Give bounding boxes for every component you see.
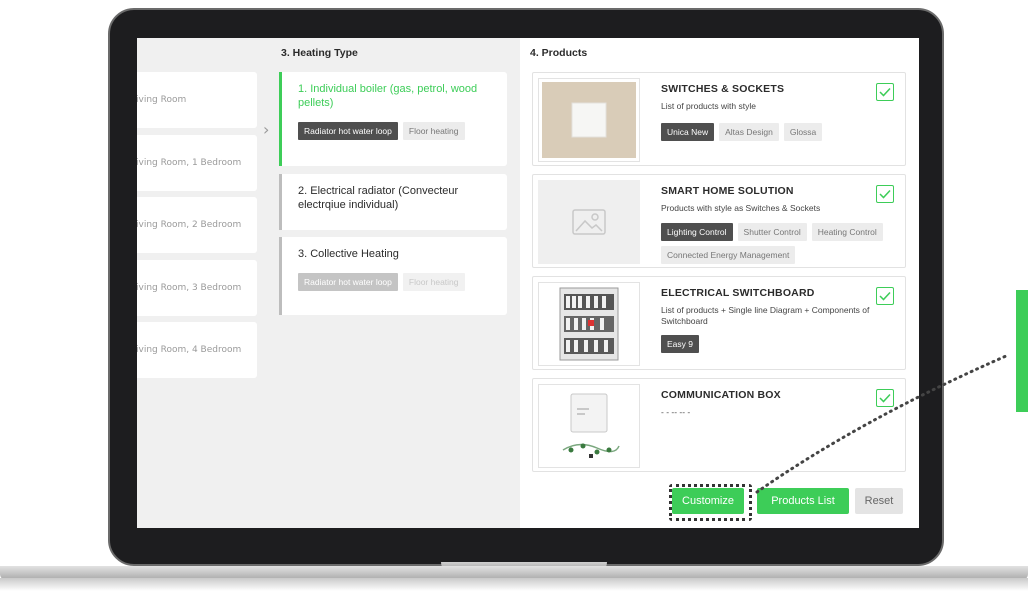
side-accent-bar <box>1016 290 1028 412</box>
callout-dotted-line <box>755 354 1008 494</box>
laptop-mockup: Living Room Living Room, 1 Bedroom Livin… <box>0 0 1028 591</box>
